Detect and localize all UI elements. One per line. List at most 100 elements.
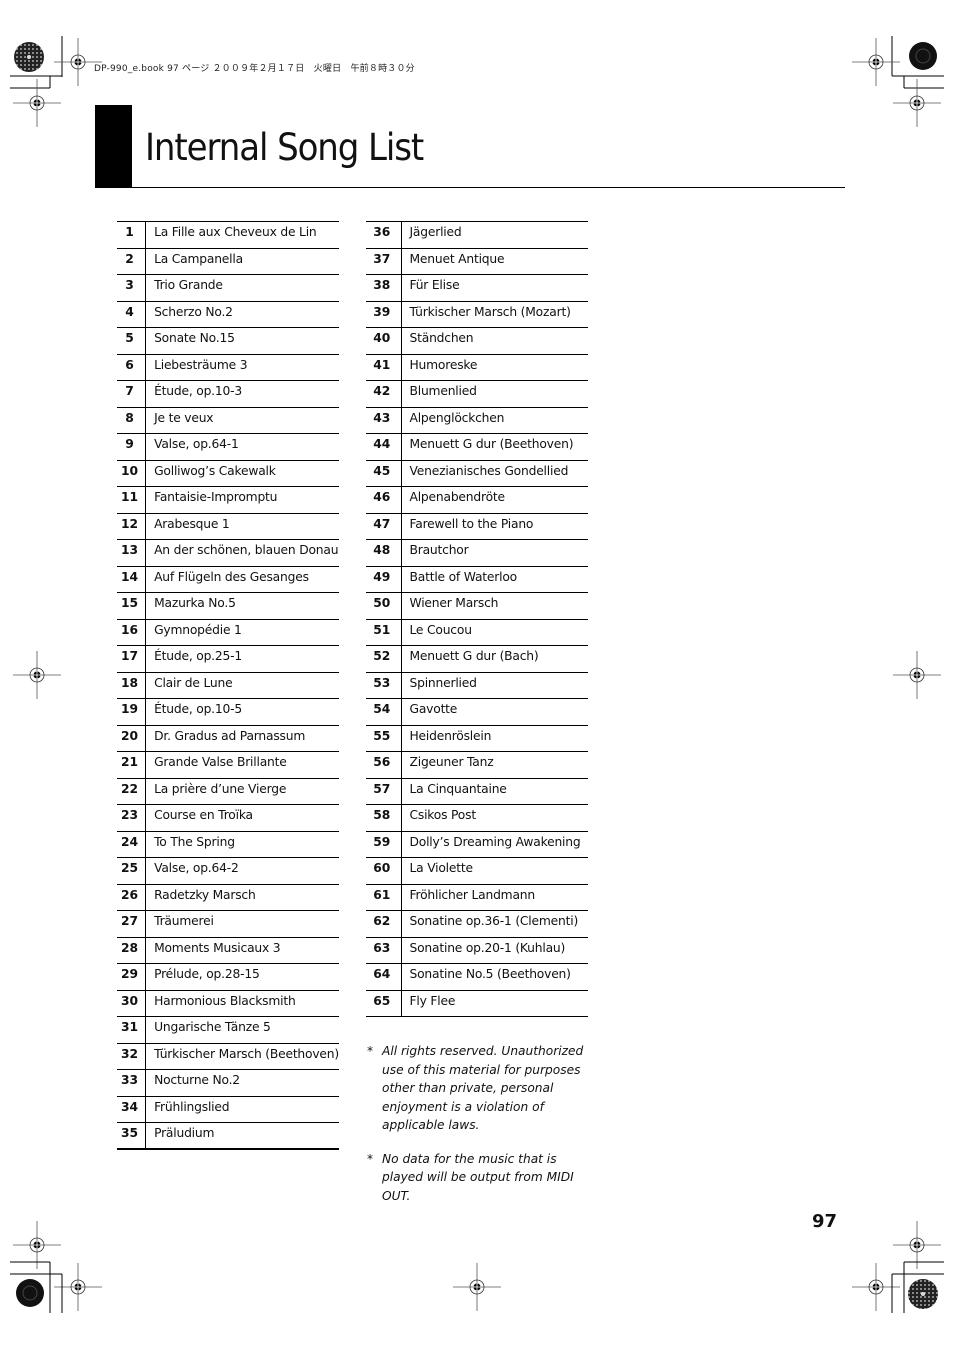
song-title: Étude, op.25-1 (145, 645, 339, 672)
song-row: 45 Venezianisches Gondellied (366, 459, 588, 487)
print-header: DP-990_e.book 97 ページ ２００９年２月１７日 火曜日 午前８時… (94, 64, 415, 74)
song-number: 48 (366, 539, 402, 566)
song-number: 10 (117, 459, 147, 487)
song-title: An der schönen, blauen Donau (145, 539, 339, 566)
song-row: 53 Spinnerlied (366, 671, 588, 699)
song-title: Menuett G dur (Bach) (401, 645, 588, 672)
song-number: 8 (117, 406, 147, 434)
song-row: 35 Präludium (117, 1122, 339, 1150)
song-title: Spinnerlied (401, 671, 588, 699)
song-title: Sonatine op.20-1 (Kuhlau) (401, 936, 588, 964)
song-row: 49 Battle of Waterloo (366, 565, 588, 593)
song-number: 33 (117, 1069, 147, 1096)
song-row: 23 Course en Troïka (117, 804, 339, 831)
song-number: 62 (366, 910, 402, 937)
song-row: 51 Le Coucou (366, 618, 588, 646)
song-row: 2 La Campanella (117, 247, 339, 275)
song-number: 7 (117, 380, 147, 407)
note-marker: * (367, 1151, 374, 1166)
song-number: 4 (117, 300, 147, 328)
song-number: 34 (117, 1095, 147, 1123)
song-number: 59 (366, 830, 402, 858)
song-number: 53 (366, 671, 402, 699)
song-title: Dr. Gradus ad Parnassum (145, 724, 339, 752)
song-row: 33 Nocturne No.2 (117, 1069, 339, 1096)
song-title: Venezianisches Gondellied (401, 459, 588, 487)
song-number: 50 (366, 592, 402, 619)
song-number: 60 (366, 857, 402, 884)
note-text: No data for the music that is played wil… (382, 1151, 574, 1203)
color-target-icon (16, 1279, 44, 1307)
song-title: Fly Flee (401, 989, 588, 1017)
song-row: 32 Türkischer Marsch (Beethoven) (117, 1042, 339, 1070)
song-title: Grande Valse Brillante (145, 751, 339, 778)
song-number: 26 (117, 883, 147, 911)
song-title: Türkischer Marsch (Mozart) (401, 300, 588, 328)
song-title: Étude, op.10-3 (145, 380, 339, 407)
song-number: 57 (366, 777, 402, 805)
song-title: Für Elise (401, 274, 588, 301)
song-number: 36 (366, 221, 402, 248)
song-row: 39 Türkischer Marsch (Mozart) (366, 300, 588, 328)
song-number: 9 (117, 433, 147, 460)
song-row: 7 Étude, op.10-3 (117, 380, 339, 407)
song-row: 24 To The Spring (117, 830, 339, 858)
song-row: 52 Menuett G dur (Bach) (366, 645, 588, 672)
song-title: La Cinquantaine (401, 777, 588, 805)
song-number: 54 (366, 698, 402, 725)
song-table-left: 1 La Fille aux Cheveux de Lin 2 La Campanel… (117, 221, 339, 1150)
song-number: 17 (117, 645, 147, 672)
song-number: 15 (117, 592, 147, 619)
song-row: 63 Sonatine op.20-1 (Kuhlau) (366, 936, 588, 964)
song-number: 28 (117, 936, 147, 964)
song-number: 35 (117, 1122, 147, 1150)
note-copyright: * All rights reserved. Unauthorized use … (366, 1042, 591, 1135)
song-row: 60 La Violette (366, 857, 588, 884)
song-number: 37 (366, 247, 402, 275)
song-row: 46 Alpenabendröte (366, 486, 588, 513)
song-number: 11 (117, 486, 147, 513)
song-title: Radetzky Marsch (145, 883, 339, 911)
song-title: To The Spring (145, 830, 339, 858)
song-title: Sonate No.15 (145, 327, 339, 354)
song-title: Golliwog’s Cakewalk (145, 459, 339, 487)
song-title: Course en Troïka (145, 804, 339, 831)
song-number: 44 (366, 433, 402, 460)
song-number: 22 (117, 777, 147, 805)
song-title: Ständchen (401, 327, 588, 354)
song-number: 31 (117, 1016, 147, 1043)
song-row: 48 Brautchor (366, 539, 588, 566)
song-row: 55 Heidenröslein (366, 724, 588, 752)
song-title: Blumenlied (401, 380, 588, 407)
song-title: Türkischer Marsch (Beethoven) (145, 1042, 339, 1070)
song-row: 25 Valse, op.64-2 (117, 857, 339, 884)
song-number: 24 (117, 830, 147, 858)
song-row: 54 Gavotte (366, 698, 588, 725)
song-number: 27 (117, 910, 147, 937)
registration-mark-icon (892, 78, 942, 128)
song-number: 38 (366, 274, 402, 301)
song-row: 18 Clair de Lune (117, 671, 339, 699)
song-title: Valse, op.64-2 (145, 857, 339, 884)
song-title: Mazurka No.5 (145, 592, 339, 619)
page-title: Internal Song List (145, 126, 424, 169)
song-title: Humoreske (401, 353, 588, 381)
song-title: Ungarische Tänze 5 (145, 1016, 339, 1043)
song-title: Gavotte (401, 698, 588, 725)
song-row: 31 Ungarische Tänze 5 (117, 1016, 339, 1043)
song-row: 61 Fröhlicher Landmann (366, 883, 588, 911)
song-number: 55 (366, 724, 402, 752)
song-number: 14 (117, 565, 147, 593)
song-title: Valse, op.64-1 (145, 433, 339, 460)
song-title: Scherzo No.2 (145, 300, 339, 328)
song-row: 12 Arabesque 1 (117, 512, 339, 540)
song-row: 42 Blumenlied (366, 380, 588, 407)
song-number: 23 (117, 804, 147, 831)
song-row: 36 Jägerlied (366, 221, 588, 248)
song-number: 18 (117, 671, 147, 699)
song-title: Brautchor (401, 539, 588, 566)
song-number: 52 (366, 645, 402, 672)
song-title: La prière d’une Vierge (145, 777, 339, 805)
song-title: Le Coucou (401, 618, 588, 646)
song-title: Auf Flügeln des Gesanges (145, 565, 339, 593)
